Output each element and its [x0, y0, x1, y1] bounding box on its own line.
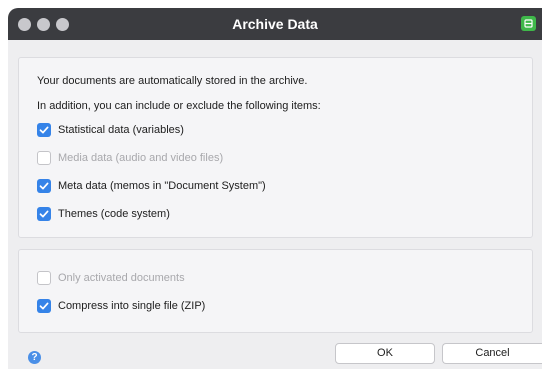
ok-button[interactable]: OK	[335, 343, 435, 364]
media-data-checkbox	[37, 151, 51, 165]
intro-text-line-1: Your documents are automatically stored …	[37, 75, 308, 87]
app-icon	[521, 16, 536, 31]
checkbox-row-compress-zip[interactable]: Compress into single file (ZIP)	[37, 299, 205, 313]
themes-checkbox[interactable]	[37, 207, 51, 221]
checkbox-row-meta-data[interactable]: Meta data (memos in "Document System")	[37, 179, 266, 193]
checkmark-icon	[39, 126, 49, 134]
intro-text-line-2: In addition, you can include or exclude …	[37, 100, 321, 112]
options-panel: Only activated documents Compress into s…	[18, 249, 533, 333]
checkbox-row-statistical-data[interactable]: Statistical data (variables)	[37, 123, 184, 137]
compress-zip-checkbox[interactable]	[37, 299, 51, 313]
themes-label: Themes (code system)	[58, 208, 170, 220]
only-activated-checkbox	[37, 271, 51, 285]
title-bar: Archive Data	[8, 8, 542, 40]
checkbox-row-themes[interactable]: Themes (code system)	[37, 207, 170, 221]
checkmark-icon	[39, 182, 49, 190]
media-data-label: Media data (audio and video files)	[58, 152, 224, 164]
checkmark-icon	[39, 210, 49, 218]
compress-zip-label: Compress into single file (ZIP)	[58, 300, 206, 312]
archive-data-dialog: Archive Data Your documents are automati…	[8, 8, 542, 369]
meta-data-label: Meta data (memos in "Document System")	[58, 180, 266, 192]
help-icon[interactable]: ?	[28, 351, 41, 364]
statistical-data-checkbox[interactable]	[37, 123, 51, 137]
only-activated-label: Only activated documents	[58, 272, 185, 284]
archive-items-panel: Your documents are automatically stored …	[18, 57, 533, 238]
checkmark-icon	[39, 302, 49, 310]
statistical-data-label: Statistical data (variables)	[58, 124, 184, 136]
cancel-button[interactable]: Cancel	[442, 343, 542, 364]
meta-data-checkbox[interactable]	[37, 179, 51, 193]
checkbox-row-media-data: Media data (audio and video files)	[37, 151, 223, 165]
checkbox-row-only-activated: Only activated documents	[37, 271, 185, 285]
window-title: Archive Data	[232, 16, 318, 32]
